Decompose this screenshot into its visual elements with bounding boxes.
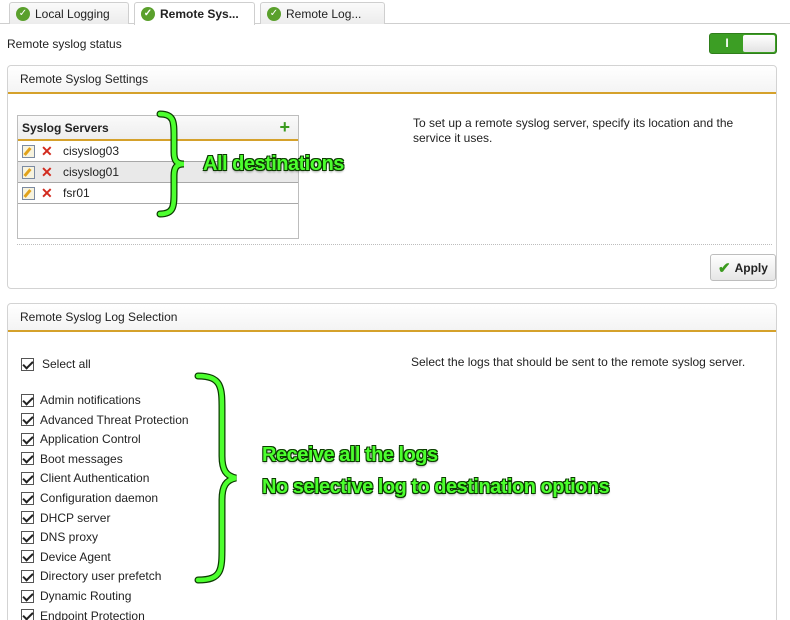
log-option-row[interactable]: Endpoint Protection: [21, 609, 145, 620]
delete-icon[interactable]: ✕: [41, 186, 53, 200]
checkbox[interactable]: [21, 432, 34, 446]
checkbox[interactable]: [21, 569, 34, 583]
log-option-row[interactable]: Dynamic Routing: [21, 589, 131, 603]
tab-remote-log[interactable]: ✓ Remote Log...: [260, 2, 385, 24]
remote-syslog-status-toggle[interactable]: I: [709, 33, 777, 54]
log-option-label: Application Control: [40, 432, 141, 447]
toggle-knob: [743, 35, 775, 52]
log-option-row[interactable]: Configuration daemon: [21, 491, 158, 505]
annotation-receive-all-logs: Receive all the logs: [262, 444, 438, 466]
remote-syslog-status-label: Remote syslog status: [7, 37, 122, 51]
log-option-row[interactable]: Advanced Threat Protection: [21, 413, 189, 427]
log-option-row[interactable]: Admin notifications: [21, 393, 141, 407]
brace-annotation-logs: [194, 372, 237, 584]
settings-help-text: To set up a remote syslog server, specif…: [413, 116, 734, 145]
tab-remote-syslog[interactable]: ✓ Remote Sys...: [134, 2, 255, 25]
log-option-label: Boot messages: [40, 451, 123, 466]
checkbox[interactable]: [21, 452, 34, 466]
annotation-all-destinations: All destinations: [203, 153, 344, 175]
log-option-label: Configuration daemon: [40, 491, 159, 505]
syslog-servers-title: Syslog Servers: [22, 121, 109, 135]
log-option-label: Advanced Threat Protection: [40, 412, 189, 427]
delete-icon[interactable]: ✕: [41, 144, 53, 158]
server-name: fsr01: [63, 186, 90, 200]
toggle-on-indicator: I: [725, 36, 729, 50]
log-option-label: Directory user prefetch: [40, 569, 162, 584]
checkbox[interactable]: [21, 589, 34, 603]
checkbox[interactable]: [21, 530, 34, 544]
checkmark-icon: ✔: [718, 259, 731, 277]
log-option-label: DNS proxy: [40, 530, 99, 545]
panel-title: Remote Syslog Settings: [8, 66, 776, 94]
checkbox[interactable]: [21, 511, 34, 525]
log-option-label: Admin notifications: [40, 393, 141, 407]
server-name: cisyslog01: [63, 165, 120, 179]
divider: [17, 244, 772, 245]
log-option-row[interactable]: Client Authentication: [21, 471, 149, 485]
log-option-label: Dynamic Routing: [40, 589, 132, 603]
tab-label: Remote Sys...: [160, 7, 239, 21]
select-all-checkbox[interactable]: Select all: [21, 357, 91, 371]
tab-label: Remote Log...: [286, 6, 362, 21]
checkbox[interactable]: [21, 357, 34, 371]
log-option-label: DHCP server: [40, 510, 111, 525]
log-option-label: Client Authentication: [40, 471, 150, 486]
checkbox[interactable]: [21, 413, 34, 427]
log-option-row[interactable]: DNS proxy: [21, 530, 98, 544]
panel-title: Remote Syslog Log Selection: [8, 304, 776, 332]
check-circle-icon: ✓: [267, 6, 281, 21]
checkbox[interactable]: [21, 491, 34, 505]
plus-icon[interactable]: +: [279, 117, 290, 138]
log-option-row[interactable]: Directory user prefetch: [21, 569, 161, 583]
server-name: cisyslog03: [63, 144, 120, 158]
brace-annotation-servers: [156, 110, 185, 218]
log-option-row[interactable]: Boot messages: [21, 452, 123, 466]
tab-local-logging[interactable]: ✓ Local Logging: [9, 2, 129, 24]
tab-bar: ✓ Local Logging ✓ Remote Sys... ✓ Remote…: [0, 0, 790, 25]
checkbox[interactable]: [21, 550, 34, 564]
log-option-row[interactable]: Device Agent: [21, 550, 111, 564]
log-option-label: Device Agent: [40, 549, 111, 564]
edit-icon[interactable]: [22, 165, 35, 179]
annotation-no-selective-log: No selective log to destination options: [262, 476, 610, 498]
log-option-row[interactable]: DHCP server: [21, 511, 110, 525]
checkbox[interactable]: [21, 471, 34, 485]
tab-label: Local Logging: [35, 6, 110, 21]
apply-label: Apply: [734, 260, 768, 275]
log-option-row[interactable]: Application Control: [21, 432, 141, 446]
delete-icon[interactable]: ✕: [41, 165, 53, 179]
select-all-label: Select all: [42, 357, 91, 371]
checkbox[interactable]: [21, 393, 34, 407]
check-circle-icon: ✓: [16, 6, 30, 21]
remote-syslog-settings-panel: Remote Syslog Settings Syslog Servers + …: [7, 65, 777, 289]
log-selection-help-text: Select the logs that should be sent to t…: [411, 355, 746, 369]
log-option-label: Endpoint Protection: [40, 608, 145, 620]
apply-button[interactable]: ✔ Apply: [710, 254, 776, 281]
edit-icon[interactable]: [22, 186, 35, 200]
check-circle-icon: ✓: [141, 7, 155, 21]
checkbox[interactable]: [21, 609, 34, 620]
edit-icon[interactable]: [22, 144, 35, 158]
